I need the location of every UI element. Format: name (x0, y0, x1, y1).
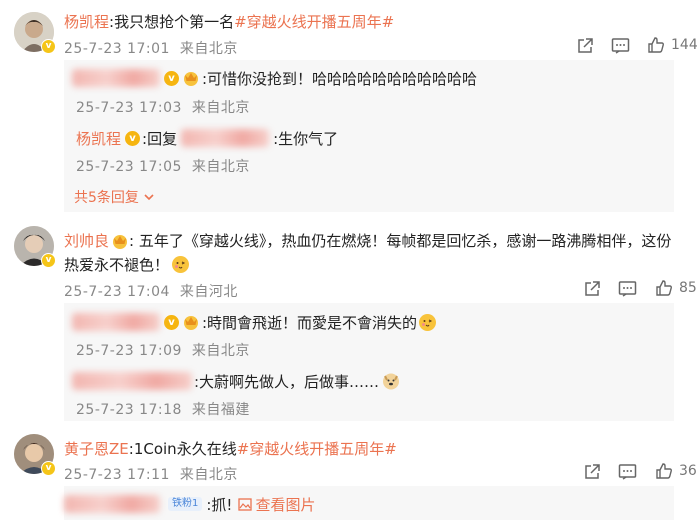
comment-text: : 五年了《穿越火线》，热血仍在燃烧！每帧都是回忆杀，感谢一路沸腾相伴，这份 (129, 232, 672, 250)
username[interactable]: 杨凯程 (64, 13, 109, 31)
share-icon (585, 464, 600, 479)
comment-header: 杨凯程:我只想抢个第一名#穿越火线开播五周年# (64, 11, 394, 32)
crown-icon (113, 234, 128, 249)
share-button[interactable] (583, 463, 601, 481)
like-icon (648, 37, 664, 53)
reply-item: v :可惜你没抢到！哈哈哈哈哈哈哈哈哈哈哈 (72, 67, 477, 89)
vip-icon: v (125, 130, 141, 146)
comment-icon (618, 464, 637, 480)
reply-prefix: :回复 (142, 129, 178, 148)
vip-badge-icon: v (41, 253, 56, 268)
like-count: 36 (679, 463, 697, 479)
reply-text: :可惜你没抢到！哈哈哈哈哈哈哈哈哈哈哈 (202, 69, 478, 88)
view-image-label: 查看图片 (255, 495, 316, 514)
reply-item: 杨凯程 v :回复 :生你气了 (76, 127, 338, 149)
comment-text: :1Coin永久在线 (128, 440, 237, 458)
location: 来自北京 (191, 159, 250, 175)
share-button[interactable] (583, 280, 601, 298)
like-button[interactable]: 85 (655, 279, 697, 297)
comment-text: :我只想抢个第一名 (109, 13, 235, 31)
username[interactable]: 刘帅良 (64, 230, 109, 251)
more-replies-label: 共5条回复 (74, 190, 139, 206)
crown-icon (184, 72, 198, 86)
comment-header: 黄子恩ZE:1Coin永久在线#穿越火线开播五周年# (64, 438, 397, 459)
like-count: 85 (679, 280, 697, 296)
comment-meta: 25-7-23 17:11 来自北京 (64, 464, 238, 484)
location: 来自北京 (191, 343, 250, 359)
reply-meta: 25-7-23 17:18 来自福建 (76, 399, 250, 419)
timestamp: 25-7-23 17:18 (76, 402, 182, 418)
timestamp: 25-7-23 17:01 (64, 41, 170, 57)
like-button[interactable]: 144 (647, 36, 698, 54)
reply-text: :生你气了 (273, 129, 339, 148)
like-icon (656, 463, 672, 479)
chevron-down-icon (144, 194, 154, 201)
reply-item: v :時間會飛逝！而愛是不會消失的 (72, 311, 437, 333)
comment-button[interactable] (611, 37, 630, 55)
vip-badge-icon: v (41, 461, 56, 476)
comment-button[interactable] (618, 280, 637, 298)
redacted-username (72, 69, 160, 87)
reply-meta: 25-7-23 17:05 来自北京 (76, 156, 250, 176)
username[interactable]: 杨凯程 (76, 128, 121, 149)
vip-icon: v (164, 314, 179, 330)
location: 来自北京 (179, 41, 238, 57)
fan-badge: 铁粉1 (168, 497, 203, 511)
location: 来自河北 (179, 284, 238, 300)
timestamp: 25-7-23 17:09 (76, 343, 182, 359)
comment-button[interactable] (618, 463, 637, 481)
emoji-icon (172, 256, 190, 273)
location: 来自北京 (179, 467, 238, 483)
redacted-username (181, 129, 270, 147)
share-icon (578, 38, 593, 53)
like-count: 144 (671, 37, 698, 53)
more-replies-link[interactable]: 共5条回复 (74, 187, 155, 207)
share-icon (585, 281, 600, 296)
comment-text: 热爱永不褪色！ (64, 256, 170, 274)
timestamp: 25-7-23 17:04 (64, 284, 170, 300)
vip-badge-icon: v (41, 39, 56, 54)
reply-meta: 25-7-23 17:03 来自北京 (76, 97, 250, 117)
comment-header: 刘帅良 : 五年了《穿越火线》，热血仍在燃烧！每帧都是回忆杀，感谢一路沸腾相伴，… (64, 230, 671, 251)
timestamp: 25-7-23 17:11 (64, 467, 170, 483)
timestamp: 25-7-23 17:03 (76, 100, 182, 116)
emoji-icon (419, 313, 437, 331)
topic-link[interactable]: #穿越火线开播五周年# (237, 440, 397, 458)
like-button[interactable]: 36 (655, 462, 697, 480)
redacted-username (72, 372, 192, 390)
comment-icon (611, 38, 630, 54)
reply-item: 铁粉1 :抓! 查看图片 (64, 493, 315, 515)
location: 来自北京 (191, 100, 250, 116)
redacted-username (72, 313, 160, 331)
reply-meta: 25-7-23 17:09 来自北京 (76, 340, 250, 360)
share-button[interactable] (576, 37, 594, 55)
vip-icon: v (164, 70, 179, 86)
comment-icon (618, 281, 637, 297)
comment-text-line: 热爱永不褪色！ (64, 254, 190, 275)
image-icon (238, 497, 253, 511)
crown-icon (184, 316, 198, 330)
timestamp: 25-7-23 17:05 (76, 159, 182, 175)
reply-text: :抓! (206, 495, 233, 514)
reply-text: :時間會飛逝！而愛是不會消失的 (202, 313, 418, 332)
location: 来自福建 (191, 402, 250, 418)
topic-link[interactable]: #穿越火线开播五周年# (234, 13, 394, 31)
reply-item: :大蔚啊先做人，后做事…… (72, 370, 400, 392)
reply-text: :大蔚啊先做人，后做事…… (194, 372, 380, 391)
comment-meta: 25-7-23 17:01 来自北京 (64, 38, 238, 58)
redacted-username (64, 495, 160, 513)
comment-meta: 25-7-23 17:04 来自河北 (64, 281, 238, 301)
doge-emoji-icon (383, 373, 400, 390)
view-image-link[interactable]: 查看图片 (238, 494, 315, 515)
like-icon (656, 280, 672, 296)
username[interactable]: 黄子恩ZE (64, 440, 129, 458)
